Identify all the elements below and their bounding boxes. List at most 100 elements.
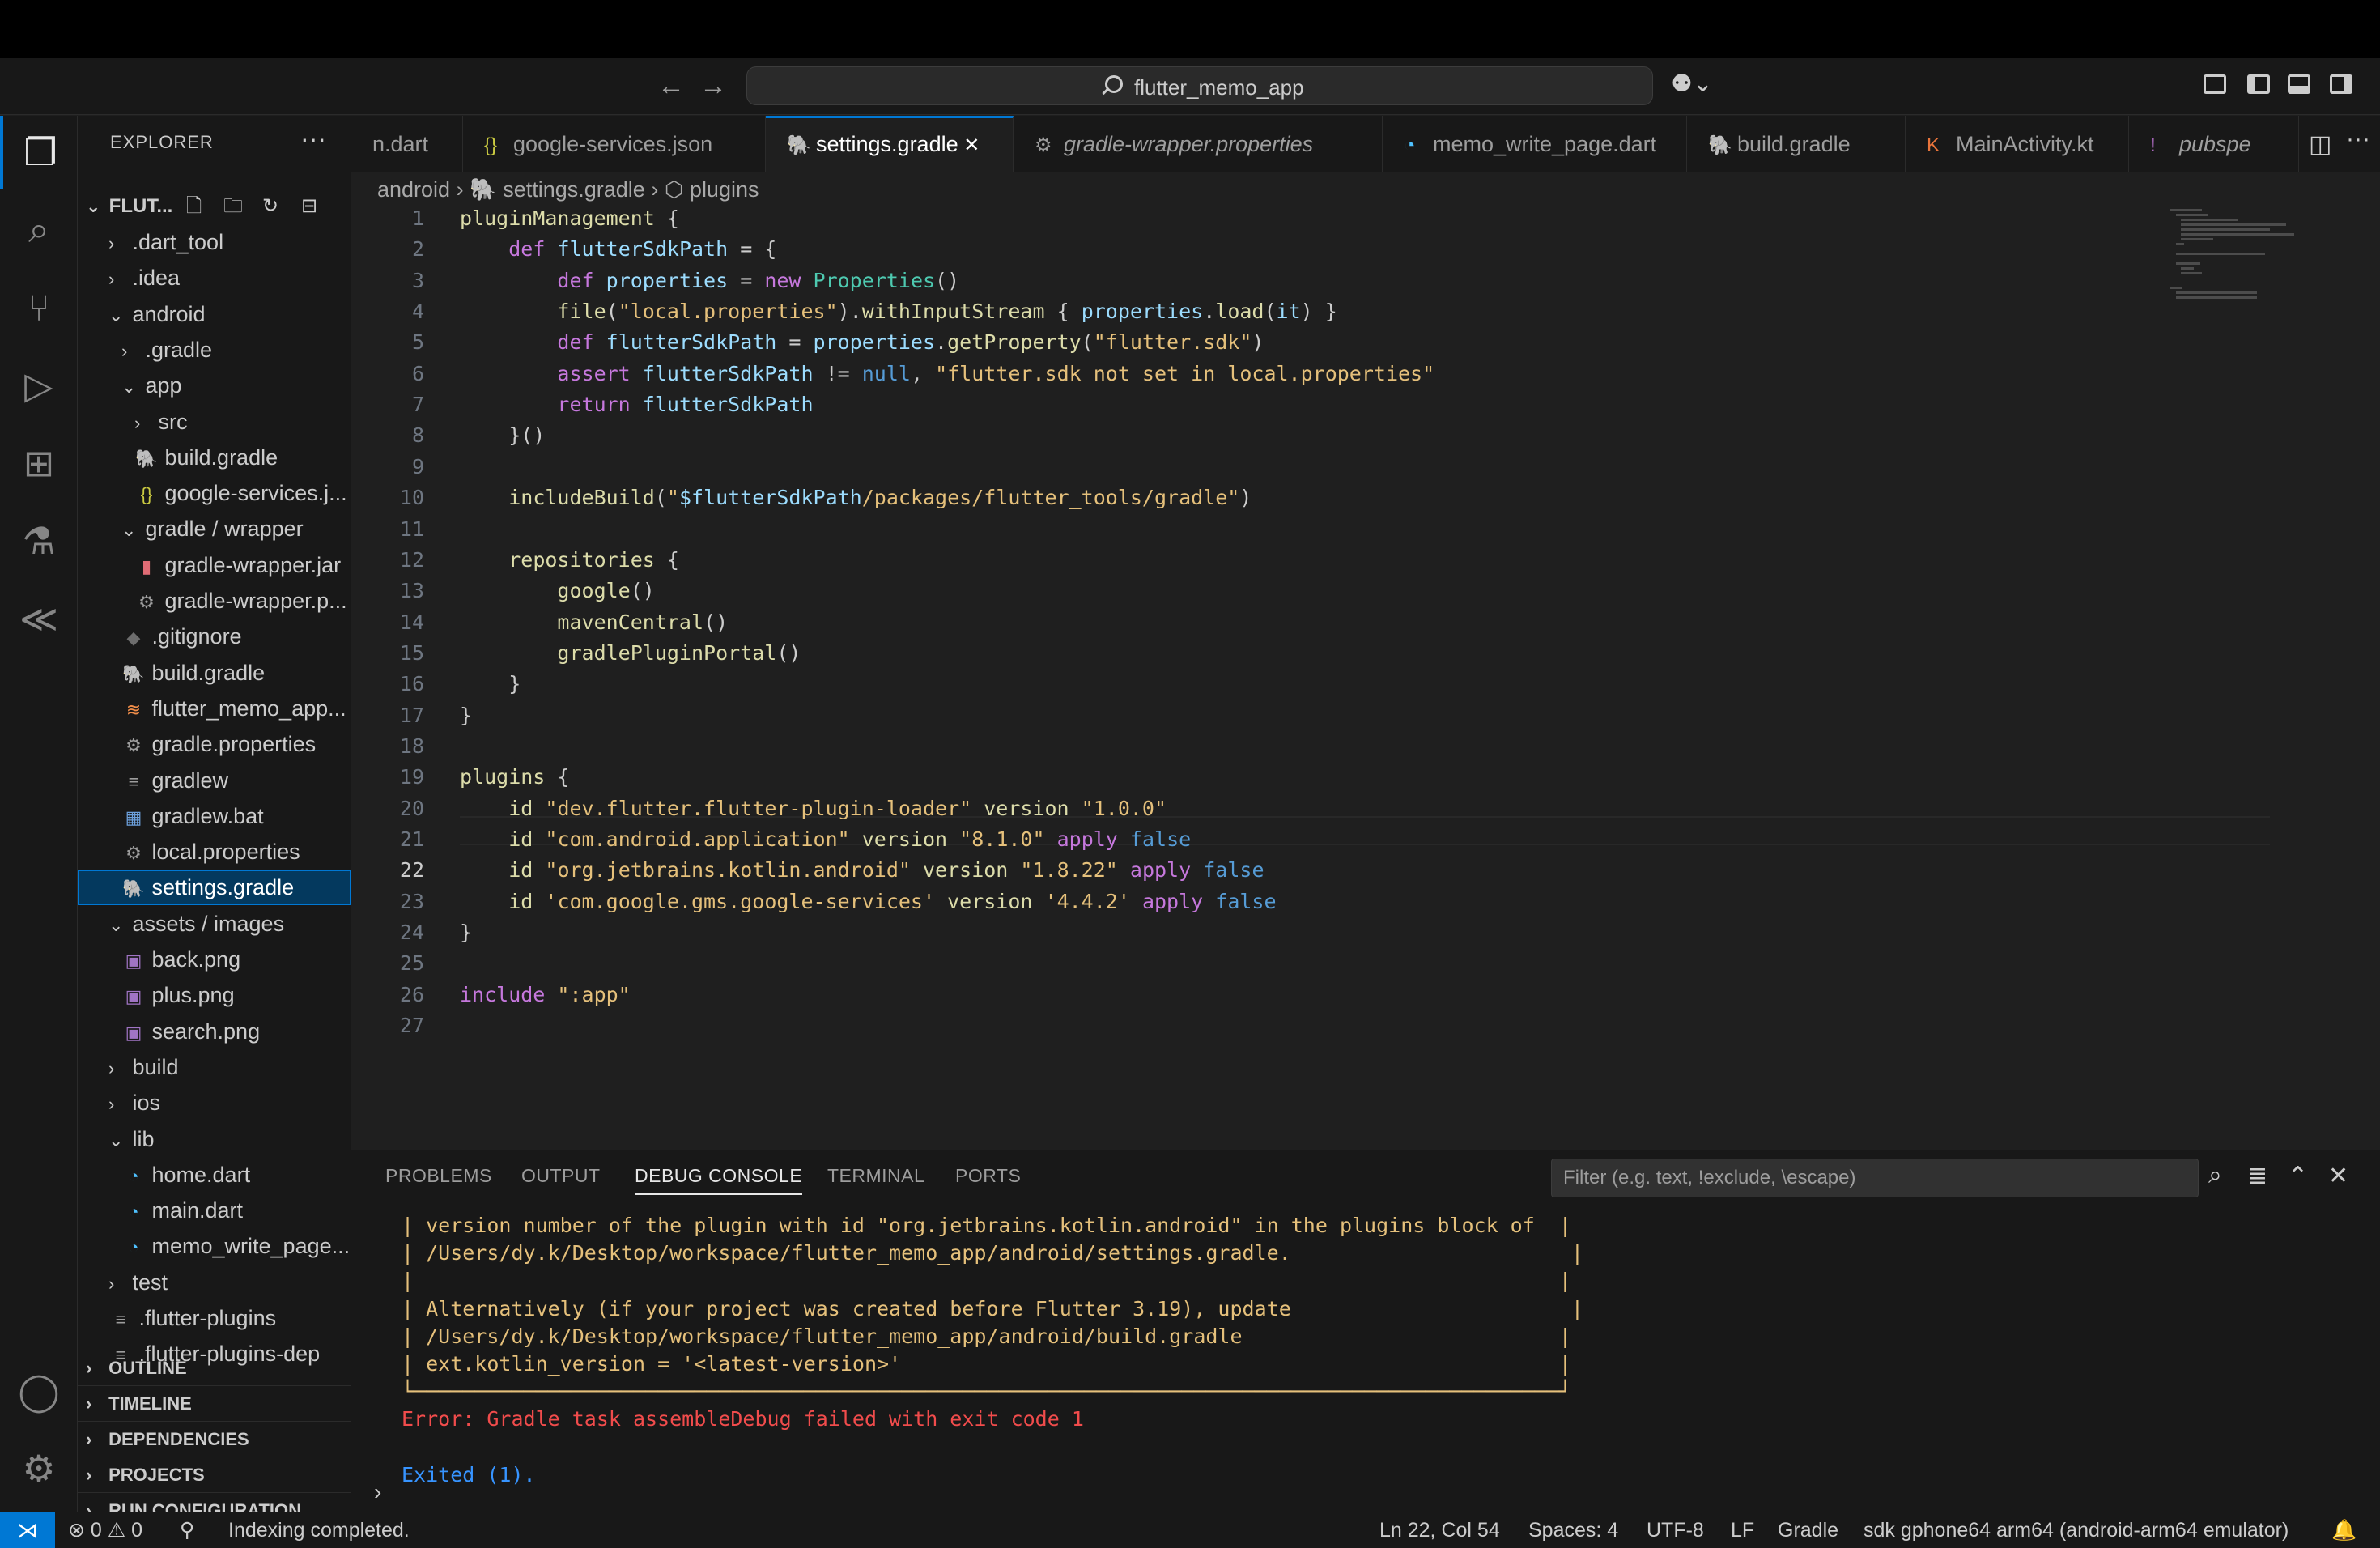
tree-item-label: assets / images — [126, 911, 285, 936]
close-icon[interactable]: ✕ — [958, 134, 980, 156]
problems-status[interactable]: ⊗ 0 ⚠ 0 — [68, 1512, 142, 1548]
tab-memo-write-page-dart[interactable]: ◔ memo_write_page.dart — [1383, 116, 1687, 172]
accounts-icon[interactable]: ◯ — [0, 1354, 78, 1427]
tree-item[interactable]: › build — [78, 1049, 351, 1085]
tab-debug-console[interactable]: DEBUG CONSOLE — [635, 1165, 803, 1195]
tree-item[interactable]: ⌄ lib — [78, 1121, 351, 1157]
tree-item[interactable]: › .idea — [78, 260, 351, 296]
tree-item[interactable]: 🐘 settings.gradle — [78, 870, 351, 906]
device-selector[interactable]: sdk gphone64 arm64 (android-arm64 emulat… — [1864, 1512, 2289, 1548]
toggle-secondary-sidebar-icon[interactable] — [2330, 74, 2352, 94]
console-input-prompt[interactable]: › — [374, 1479, 381, 1505]
tab-build-gradle[interactable]: 🐘 build.gradle — [1687, 116, 1906, 172]
sidebar-section-timeline[interactable]: › TIMELINE — [78, 1385, 351, 1421]
refresh-icon[interactable]: ↻ — [262, 189, 278, 224]
source-control-icon[interactable]: ⑂ — [0, 271, 78, 344]
tree-item[interactable]: ⌄ gradle / wrapper — [78, 511, 351, 546]
tree-item[interactable]: ▦ gradlew.bat — [78, 798, 351, 834]
tree-item[interactable]: ▣ back.png — [78, 942, 351, 977]
tab-n-dart[interactable]: n.dart — [351, 116, 463, 172]
tab-pubspe[interactable]: ! pubspe — [2129, 116, 2299, 172]
console-filter-input[interactable]: Filter (e.g. text, !exclude, \escape) — [1551, 1159, 2199, 1197]
new-folder-icon[interactable]: 🗀 — [223, 189, 243, 224]
notifications-icon[interactable]: 🔔 — [2331, 1512, 2357, 1548]
back-arrow-icon[interactable]: ← — [657, 70, 685, 102]
tree-item[interactable]: ◔ home.dart — [78, 1157, 351, 1193]
tree-item[interactable]: ⚙ local.properties — [78, 834, 351, 870]
tree-item[interactable]: ▣ search.png — [78, 1014, 351, 1049]
tree-item[interactable]: 🐘 build.gradle — [78, 440, 351, 475]
run-debug-icon[interactable]: ▷ — [0, 349, 78, 422]
tree-item[interactable]: ◔ main.dart — [78, 1193, 351, 1228]
new-file-icon[interactable]: 🗋 — [186, 189, 202, 224]
explorer-icon[interactable]: ❐ — [0, 116, 78, 189]
tree-item[interactable]: › ios — [78, 1085, 351, 1121]
flutter-icon[interactable]: ≪ — [0, 582, 78, 655]
remote-indicator-icon[interactable]: ⋊ — [0, 1512, 55, 1548]
tab-settings-gradle[interactable]: 🐘 settings.gradle ✕ — [766, 116, 1014, 172]
tab-gradle-wrapper-properties[interactable]: ⚙ gradle-wrapper.properties — [1014, 116, 1383, 172]
clear-console-icon[interactable]: ≣ — [2247, 1162, 2267, 1190]
tree-item[interactable]: ⚙ gradle.properties — [78, 726, 351, 762]
cursor-position[interactable]: Ln 22, Col 54 — [1379, 1512, 1500, 1548]
search-icon[interactable]: ⌕ — [0, 194, 78, 266]
line-number: 19 — [399, 765, 424, 789]
more-actions-icon[interactable]: ··· — [300, 124, 326, 154]
tree-item[interactable]: ≡ gradlew — [78, 763, 351, 798]
tree-item[interactable]: ◆ .gitignore — [78, 619, 351, 654]
debug-status-icon[interactable]: ⚲ — [180, 1512, 194, 1548]
command-center-search[interactable]: flutter_memo_app — [746, 66, 1653, 105]
tree-item[interactable]: ⌄ android — [78, 296, 351, 332]
split-editor-icon[interactable]: ◫ — [2309, 130, 2331, 159]
tree-item-label: app — [139, 373, 182, 398]
language-mode[interactable]: Gradle — [1778, 1512, 1838, 1548]
tree-item[interactable]: ⌄ app — [78, 368, 351, 403]
tree-item[interactable]: › test — [78, 1265, 351, 1300]
tree-item[interactable]: › src — [78, 404, 351, 440]
tab-terminal[interactable]: TERMINAL — [827, 1165, 924, 1187]
breadcrumb-item[interactable]: android — [377, 177, 450, 202]
code-editor[interactable]: 1 2 3 4 5 6 7 8 9 10 11 12 13 14 15 16 17 18 19 20 21 22 23 24 2… — [351, 204, 2380, 1150]
tree-item[interactable]: ⚙ gradle-wrapper.p... — [78, 583, 351, 619]
sidebar-section-dependencies[interactable]: › DEPENDENCIES — [78, 1421, 351, 1457]
close-panel-icon[interactable]: ✕ — [2328, 1162, 2348, 1190]
sidebar-section-projects[interactable]: › PROJECTS — [78, 1457, 351, 1492]
tab-ports[interactable]: PORTS — [955, 1165, 1021, 1187]
tree-item[interactable]: ◔ memo_write_page.... — [78, 1228, 351, 1264]
tree-item[interactable]: {} google-services.j... — [78, 475, 351, 511]
code-line: }() — [460, 423, 546, 448]
copilot-icon[interactable]: ⚉⌄ — [1671, 70, 1713, 98]
forward-arrow-icon[interactable]: → — [699, 70, 727, 102]
toggle-sidebar-icon[interactable] — [2247, 74, 2270, 94]
testing-icon[interactable]: ⚗ — [0, 504, 78, 577]
console-line: | | — [402, 1269, 1571, 1293]
collapse-all-icon[interactable]: ⊟ — [301, 189, 317, 224]
maximize-panel-icon[interactable]: ⌃ — [2288, 1162, 2308, 1190]
sidebar-section-outline[interactable]: › OUTLINE — [78, 1350, 351, 1385]
end-of-line[interactable]: LF — [1731, 1512, 1754, 1548]
tab-problems[interactable]: PROBLEMS — [385, 1165, 492, 1187]
gear-icon[interactable]: ⚙ — [0, 1432, 78, 1505]
tree-item[interactable]: ▮ gradle-wrapper.jar — [78, 547, 351, 583]
tree-item[interactable]: ≡ .flutter-plugins — [78, 1300, 351, 1336]
tree-item[interactable]: › .gradle — [78, 332, 351, 368]
tree-item[interactable]: ≋ flutter_memo_app... — [78, 691, 351, 726]
tab-output[interactable]: OUTPUT — [521, 1165, 601, 1187]
extensions-icon[interactable]: ⊞ — [0, 427, 78, 500]
tree-item[interactable]: ⌄ assets / images — [78, 906, 351, 942]
minimap[interactable] — [2170, 204, 2315, 301]
toggle-panel-icon[interactable] — [2288, 74, 2310, 94]
indentation[interactable]: Spaces: 4 — [1528, 1512, 1618, 1548]
tree-item[interactable]: ▣ plus.png — [78, 977, 351, 1013]
breadcrumb-item[interactable]: plugins — [690, 177, 759, 202]
workspace-root[interactable]: ⌄ FLUT... 🗋 🗀 ↻ ⊟ — [78, 189, 351, 224]
breadcrumb-item[interactable]: settings.gradle — [503, 177, 645, 202]
customize-layout-icon[interactable] — [2204, 74, 2226, 94]
tree-item[interactable]: › .dart_tool — [78, 224, 351, 260]
more-icon[interactable]: ··· — [2346, 125, 2370, 153]
find-icon[interactable]: ⌕ — [2208, 1162, 2222, 1189]
tab-mainactivity-kt[interactable]: K MainActivity.kt — [1906, 116, 2129, 172]
tab-google-services-json[interactable]: {} google-services.json — [463, 116, 766, 172]
tree-item[interactable]: 🐘 build.gradle — [78, 655, 351, 691]
encoding[interactable]: UTF-8 — [1647, 1512, 1704, 1548]
